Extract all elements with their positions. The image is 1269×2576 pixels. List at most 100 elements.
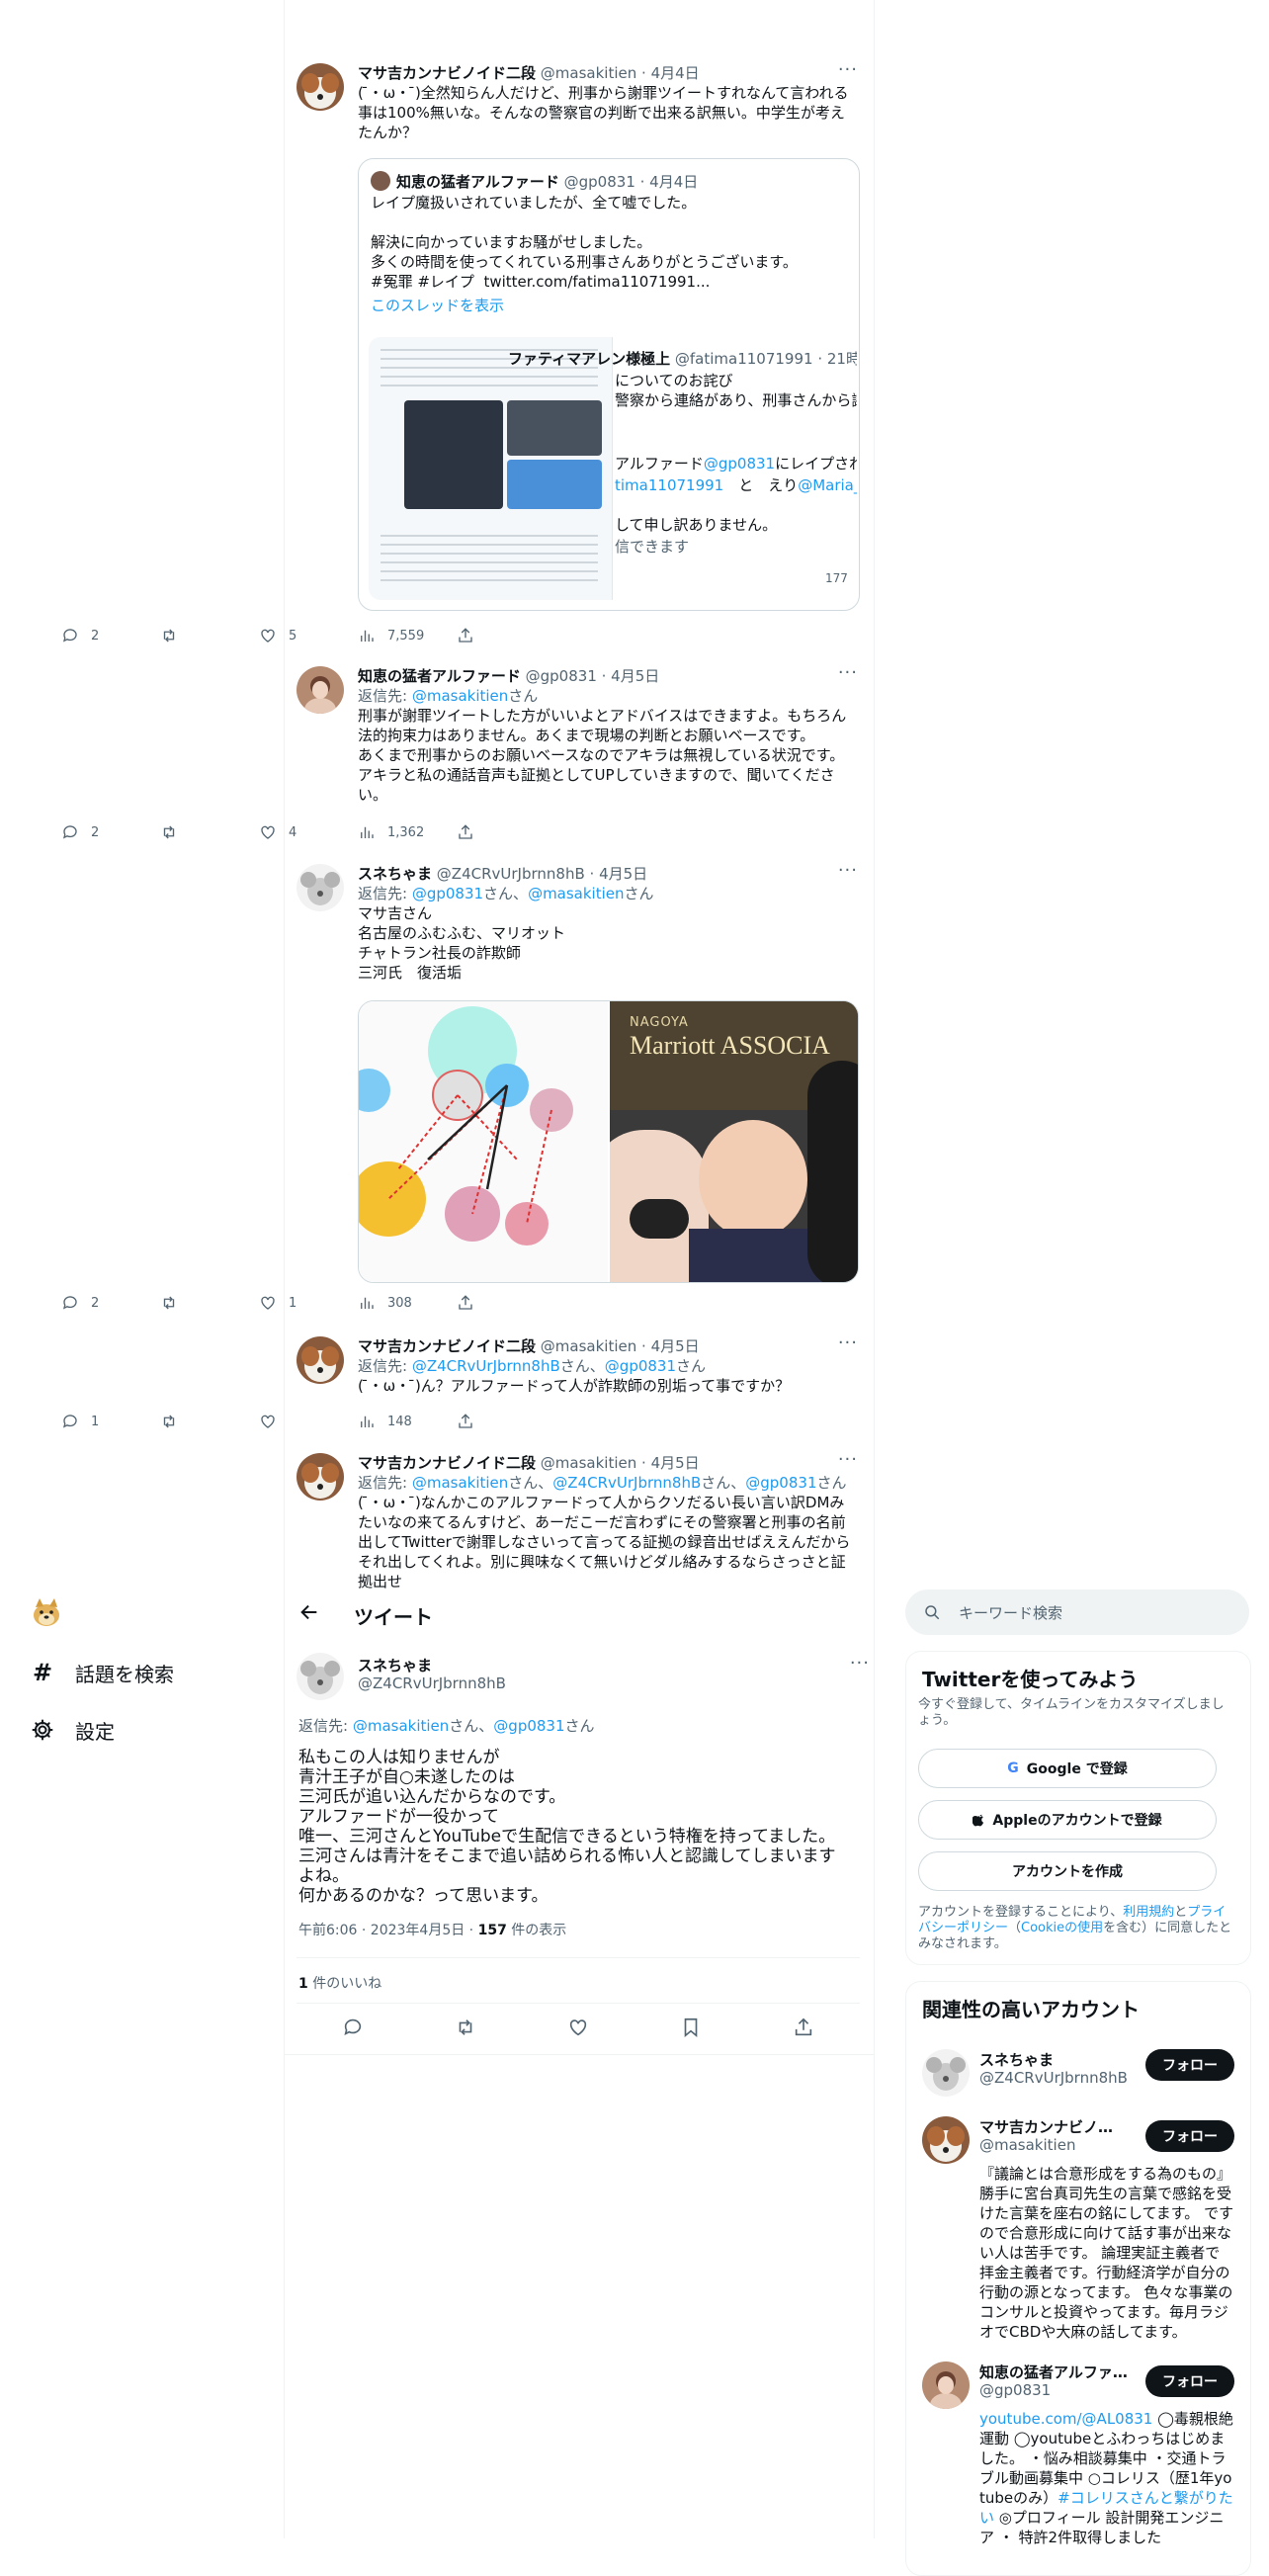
share-button[interactable]: [457, 1292, 486, 1314]
tweet-5[interactable]: マサ吉カンナビノイド二段 @masakitien · 4月5日 ··· 返信先:…: [296, 1453, 870, 1591]
tweet-2[interactable]: 知恵の猛者アルファード @gp0831 · 4月5日 ··· 返信先: @mas…: [296, 662, 870, 844]
avatar[interactable]: [296, 666, 344, 714]
account-handle[interactable]: @Z4CRvUrJbrnn8hB: [979, 2069, 1128, 2087]
create-account-button[interactable]: アカウントを作成: [918, 1851, 1217, 1891]
media-diagram-image[interactable]: [359, 1001, 610, 1282]
quote-text: レイプ魔扱いされていましたが、全て嘘でした。 解決に向かっていますお騒がせしまし…: [371, 194, 798, 291]
share-button[interactable]: [457, 625, 486, 646]
reply-button[interactable]: 2: [61, 1292, 160, 1314]
reply-mention[interactable]: @Z4CRvUrJbrnn8hB: [552, 1474, 701, 1492]
reply-button[interactable]: 1: [61, 1411, 160, 1432]
more-options-button[interactable]: ···: [838, 1453, 858, 1470]
cookie-link[interactable]: Cookieの使用: [1021, 1921, 1103, 1935]
reply-mention[interactable]: @gp0831: [605, 1357, 676, 1375]
more-options-button[interactable]: ···: [838, 662, 858, 683]
avatar[interactable]: [296, 1453, 344, 1501]
avatar[interactable]: [922, 2049, 970, 2097]
author-name[interactable]: スネちゃま: [358, 865, 432, 883]
quote-image[interactable]: ファティマアレン様極上 @fatima11071991 · 21時間 についての…: [369, 337, 857, 600]
timestamp[interactable]: 4月5日: [611, 667, 659, 685]
reply-mention[interactable]: @masakitien: [412, 1474, 508, 1492]
avatar[interactable]: [922, 2361, 970, 2409]
account-handle[interactable]: @gp0831: [979, 2381, 1051, 2399]
quoted-tweet-card[interactable]: 知恵の猛者アルファード @gp0831 · 4月4日 レイプ魔扱いされていました…: [358, 158, 860, 611]
nav-explore[interactable]: # 話題を検索: [30, 1653, 174, 1692]
more-options-button[interactable]: ···: [838, 1332, 858, 1353]
author-handle[interactable]: @gp0831: [526, 667, 597, 685]
reply-button[interactable]: 2: [61, 625, 160, 646]
reply-mention[interactable]: @masakitien: [353, 1717, 449, 1735]
heart-icon[interactable]: [567, 2017, 589, 2044]
google-signup-button[interactable]: G Google で登録: [918, 1749, 1217, 1788]
author-handle[interactable]: @masakitien: [541, 1454, 636, 1472]
follow-button[interactable]: フォロー: [1145, 2120, 1234, 2152]
reply-button[interactable]: 2: [61, 821, 160, 843]
author-name[interactable]: 知恵の猛者アルファード: [358, 667, 521, 685]
avatar[interactable]: [296, 864, 344, 911]
avatar[interactable]: [296, 63, 344, 111]
retweet-button[interactable]: [160, 821, 259, 843]
tweet-time[interactable]: 午前6:06 · 2023年4月5日 ·: [298, 1923, 478, 1938]
account-name[interactable]: 知恵の猛者アルファード: [979, 2361, 1128, 2382]
related-account[interactable]: マサ吉カンナビノイド二段 @masakitien 『議論とは合意形成をする為のも…: [922, 2116, 1234, 2354]
like-button[interactable]: 4: [259, 821, 358, 843]
retweet-icon[interactable]: [455, 2017, 476, 2044]
retweet-button[interactable]: [160, 1292, 259, 1314]
timestamp[interactable]: 4月5日: [651, 1454, 700, 1472]
show-thread-link[interactable]: このスレッドを表示: [371, 296, 847, 315]
timestamp[interactable]: 4月4日: [651, 64, 700, 82]
retweet-button[interactable]: [160, 1411, 259, 1432]
like-button[interactable]: 1: [259, 1292, 358, 1314]
author-handle[interactable]: @Z4CRvUrJbrnn8hB: [437, 865, 585, 883]
more-options-button[interactable]: ···: [850, 1653, 870, 1674]
arrow-left-icon[interactable]: [298, 1601, 328, 1629]
avatar[interactable]: [296, 1336, 344, 1384]
reply-mention[interactable]: @gp0831: [412, 885, 483, 902]
retweet-button[interactable]: [160, 625, 259, 646]
views-button[interactable]: 148: [358, 1411, 457, 1432]
account-name[interactable]: スネちゃま: [979, 2049, 1128, 2070]
author-name[interactable]: マサ吉カンナビノイド二段: [358, 1337, 536, 1355]
bookmark-icon[interactable]: [680, 2017, 702, 2044]
reply-icon[interactable]: [342, 2017, 364, 2044]
reply-mention[interactable]: @Z4CRvUrJbrnn8hB: [412, 1357, 560, 1375]
share-icon[interactable]: [793, 2017, 814, 2044]
account-name[interactable]: マサ吉カンナビノイド二段: [979, 2116, 1128, 2137]
author-handle[interactable]: @masakitien: [541, 1337, 636, 1355]
timestamp[interactable]: 4月5日: [599, 865, 647, 883]
apple-signup-button[interactable]: Appleのアカウントで登録: [918, 1800, 1217, 1840]
account-handle[interactable]: @masakitien: [979, 2136, 1075, 2154]
terms-link[interactable]: 利用規約: [1123, 1905, 1174, 1920]
more-options-button[interactable]: ···: [838, 860, 858, 881]
share-button[interactable]: [457, 1411, 486, 1432]
reply-mention[interactable]: @masakitien: [528, 885, 624, 902]
likes-summary[interactable]: 1 件のいいね: [298, 1973, 381, 1993]
search-box[interactable]: キーワード検索: [905, 1589, 1249, 1635]
share-button[interactable]: [457, 821, 486, 843]
reply-mention[interactable]: @gp0831: [493, 1717, 564, 1735]
author-name[interactable]: マサ吉カンナビノイド二段: [358, 1454, 536, 1472]
avatar[interactable]: [296, 1653, 344, 1700]
follow-button[interactable]: フォロー: [1145, 2365, 1234, 2397]
nav-settings[interactable]: 設定: [30, 1710, 115, 1750]
like-button[interactable]: 5: [259, 625, 358, 646]
views-button[interactable]: 7,559: [358, 625, 457, 646]
tweet-media[interactable]: NAGOYA Marriott ASSOCIA: [358, 1000, 859, 1283]
more-options-button[interactable]: ···: [838, 59, 858, 80]
media-photo-image[interactable]: NAGOYA Marriott ASSOCIA: [610, 1001, 858, 1282]
author-name[interactable]: マサ吉カンナビノイド二段: [358, 64, 536, 82]
doge-logo-icon[interactable]: [30, 1597, 63, 1627]
follow-button[interactable]: フォロー: [1145, 2049, 1234, 2081]
author-handle[interactable]: @Z4CRvUrJbrnn8hB: [358, 1674, 506, 1692]
timestamp[interactable]: 4月5日: [651, 1337, 700, 1355]
views-button[interactable]: 308: [358, 1292, 457, 1314]
views-button[interactable]: 1,362: [358, 821, 457, 843]
search-input[interactable]: キーワード検索: [959, 1602, 1062, 1623]
reply-mention[interactable]: @masakitien: [412, 687, 508, 705]
reply-mention[interactable]: @gp0831: [745, 1474, 816, 1492]
bio-link[interactable]: youtube.com/@AL0831: [979, 2410, 1152, 2428]
like-button[interactable]: [259, 1411, 358, 1432]
avatar[interactable]: [922, 2116, 970, 2164]
author-name[interactable]: スネちゃま: [358, 1655, 432, 1675]
author-handle[interactable]: @masakitien: [541, 64, 636, 82]
